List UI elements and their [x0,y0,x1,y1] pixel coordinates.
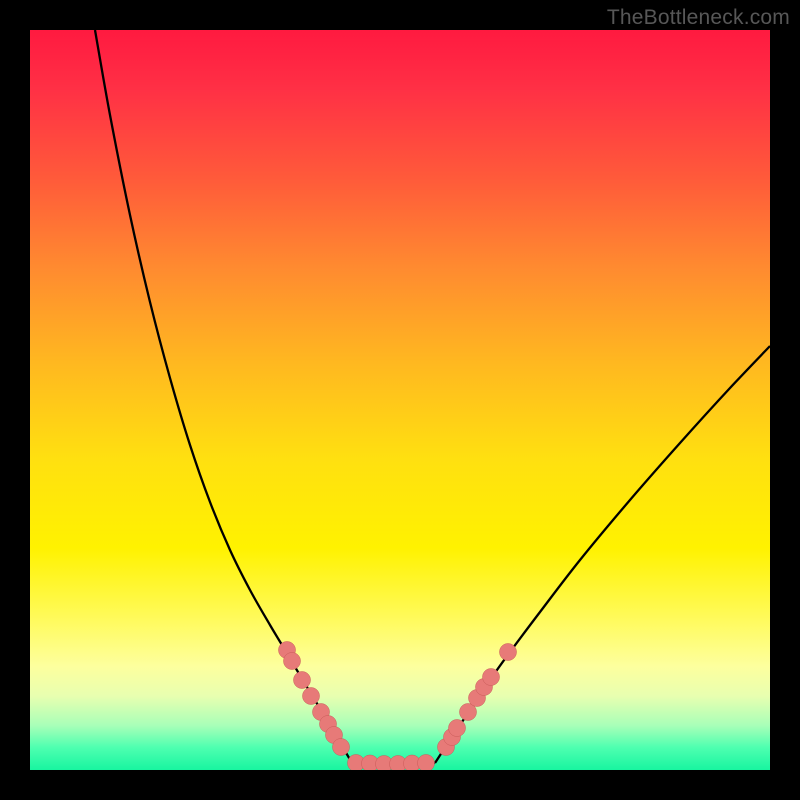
data-dot [418,755,435,771]
data-dot [284,653,301,670]
gradient-plot-area [30,30,770,770]
data-dots [279,642,517,771]
data-dot [294,672,311,689]
data-dot [483,669,500,686]
data-dot [500,644,517,661]
watermark-text: TheBottleneck.com [607,6,790,30]
curve-left [95,30,352,763]
data-dot [449,720,466,737]
data-dot [333,739,350,756]
data-dot [303,688,320,705]
chart-svg [30,30,770,770]
